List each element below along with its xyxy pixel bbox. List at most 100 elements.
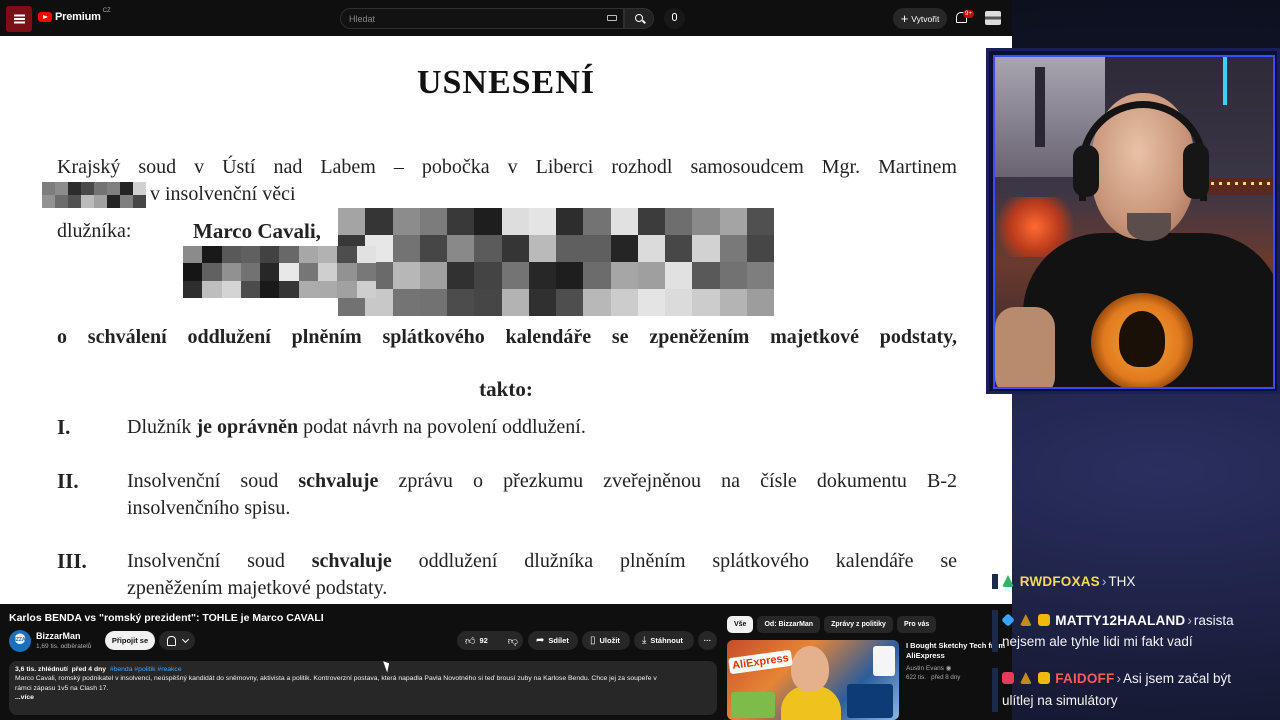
pixel-block (556, 235, 584, 262)
description-box[interactable]: 3,6 tis. zhlédnutí před 4 dny #benda #po… (9, 661, 717, 715)
download-label: Stáhnout (650, 636, 683, 645)
chat-username: FAIDOFF (1055, 671, 1115, 686)
pixel-block (637, 235, 665, 262)
webcam-background-tower (1035, 67, 1045, 147)
shirt-logo-figure (1119, 311, 1165, 367)
pixel-block (337, 246, 357, 264)
webcam-fairy-lights (1203, 182, 1273, 185)
rec-channel-name[interactable]: Austin Evans (906, 665, 944, 672)
thumb-person-face (791, 646, 829, 692)
pixel-block (107, 182, 120, 195)
recommended-video-title-line2[interactable]: AliExpress (906, 651, 945, 660)
chip-all[interactable]: Vše (727, 616, 754, 633)
save-button[interactable]: ▯ Uložit (582, 631, 630, 650)
pixel-block (419, 262, 447, 289)
pixel-block (260, 263, 280, 281)
upload-date: před 4 dny (71, 666, 107, 673)
streamer-webcam (986, 48, 1280, 394)
channel-avatar[interactable]: BIZZAR (9, 630, 31, 652)
pixel-block (419, 289, 447, 316)
bits-badge-icon (1019, 672, 1032, 684)
pixel-block (318, 263, 338, 281)
pixel-block (183, 280, 203, 298)
subscription-bell-button[interactable] (159, 631, 195, 650)
recommended-video-thumbnail[interactable]: AliExpress (727, 640, 899, 720)
item-number: III. (57, 549, 87, 573)
pixel-block (94, 195, 107, 208)
pixel-block (719, 262, 747, 289)
thumbs-down-icon[interactable]: 👎︎ (508, 635, 518, 647)
account-avatar[interactable] (985, 11, 1001, 25)
pixel-block (240, 280, 261, 298)
pixel-block (692, 208, 720, 235)
pixel-block (94, 182, 107, 195)
keyboard-icon[interactable] (607, 15, 617, 21)
thumbs-up-icon[interactable]: 👍︎ (465, 635, 475, 647)
description-text: Marco Cavali, romský podnikatel v insolv… (15, 674, 711, 694)
pixel-block (356, 263, 376, 281)
video-info-panel: Karlos BENDA vs "romský prezident": TOHL… (0, 604, 1012, 720)
streamer-arm (995, 307, 1055, 387)
pixel-block (240, 263, 261, 281)
youtube-logo[interactable]: Premium CZ (38, 8, 111, 23)
description-more-link[interactable]: ...více (15, 694, 711, 701)
pixel-block (719, 289, 747, 316)
chip-politics-news[interactable]: Zprávy z politiky (824, 616, 893, 633)
pixel-block (637, 289, 665, 316)
pixel-block (692, 289, 720, 316)
recommended-video-channel: Austin Evans ◉ (906, 664, 951, 672)
pixel-block (356, 280, 376, 298)
pixel-block (356, 246, 376, 264)
create-button[interactable]: + Vytvořit (893, 8, 947, 29)
pixel-block (610, 235, 638, 262)
voice-search-button[interactable] (664, 8, 685, 29)
channel-name[interactable]: BizzarMan (36, 631, 81, 641)
pixel-block (528, 262, 556, 289)
chip-for-you[interactable]: Pro vás (896, 616, 937, 633)
search-box (340, 8, 624, 29)
tier-one-badge-icon (1037, 672, 1050, 684)
share-button[interactable]: ➦ Sdílet (528, 631, 578, 650)
hashtags[interactable]: #benda #politik #reakce (110, 666, 182, 673)
share-label: Sdílet (548, 636, 569, 645)
chat-separator-icon: › (1187, 613, 1192, 628)
pixel-block (528, 235, 556, 262)
pixel-block (221, 263, 241, 281)
pixel-block (68, 182, 81, 195)
download-button[interactable]: ⤓ Stáhnout (634, 631, 694, 650)
chat-text-line2: ulítlej na simulátory (1002, 693, 1118, 708)
pixel-block (42, 195, 55, 208)
pixel-block (637, 262, 665, 289)
search-button[interactable] (624, 8, 654, 29)
diamond-badge-icon (1001, 613, 1015, 627)
chat-text: Asi jsem začal být (1122, 671, 1231, 686)
pixel-block (221, 280, 241, 298)
plus-icon: + (900, 10, 909, 26)
item-pre: Insolvenční soud (127, 470, 279, 492)
pixel-block (298, 263, 319, 281)
item-bold: schvaluje (311, 550, 392, 572)
menu-button[interactable] (6, 6, 32, 32)
more-actions-button[interactable]: ··· (698, 631, 717, 650)
debtor-name: Marco Cavali, (193, 219, 321, 243)
pixel-block (474, 289, 502, 316)
pixel-block (665, 262, 693, 289)
like-count[interactable]: 92 (479, 636, 487, 645)
pixel-block (665, 235, 693, 262)
video-player[interactable]: USNESENÍ Krajský soud v Ústí nad Labem –… (0, 36, 1012, 604)
join-button[interactable]: Připojit se (105, 631, 155, 650)
logo-text: Premium (55, 11, 101, 23)
description-meta: 3,6 tis. zhlédnutí před 4 dny #benda #po… (15, 666, 711, 673)
pixel-block (501, 208, 529, 235)
pixel-block (610, 208, 638, 235)
chip-from-channel[interactable]: Od: BizzarMan (757, 616, 821, 633)
chat-message: RWDFOXAS › THX (992, 574, 1280, 589)
pixel-block (133, 182, 146, 195)
pixel-block (610, 262, 638, 289)
pixel-block (474, 235, 502, 262)
pixel-block (746, 289, 774, 316)
search-input[interactable] (349, 12, 599, 26)
item-pre: Dlužník (127, 416, 192, 438)
chat-separator-icon: › (1101, 574, 1107, 589)
pixel-block (746, 262, 774, 289)
